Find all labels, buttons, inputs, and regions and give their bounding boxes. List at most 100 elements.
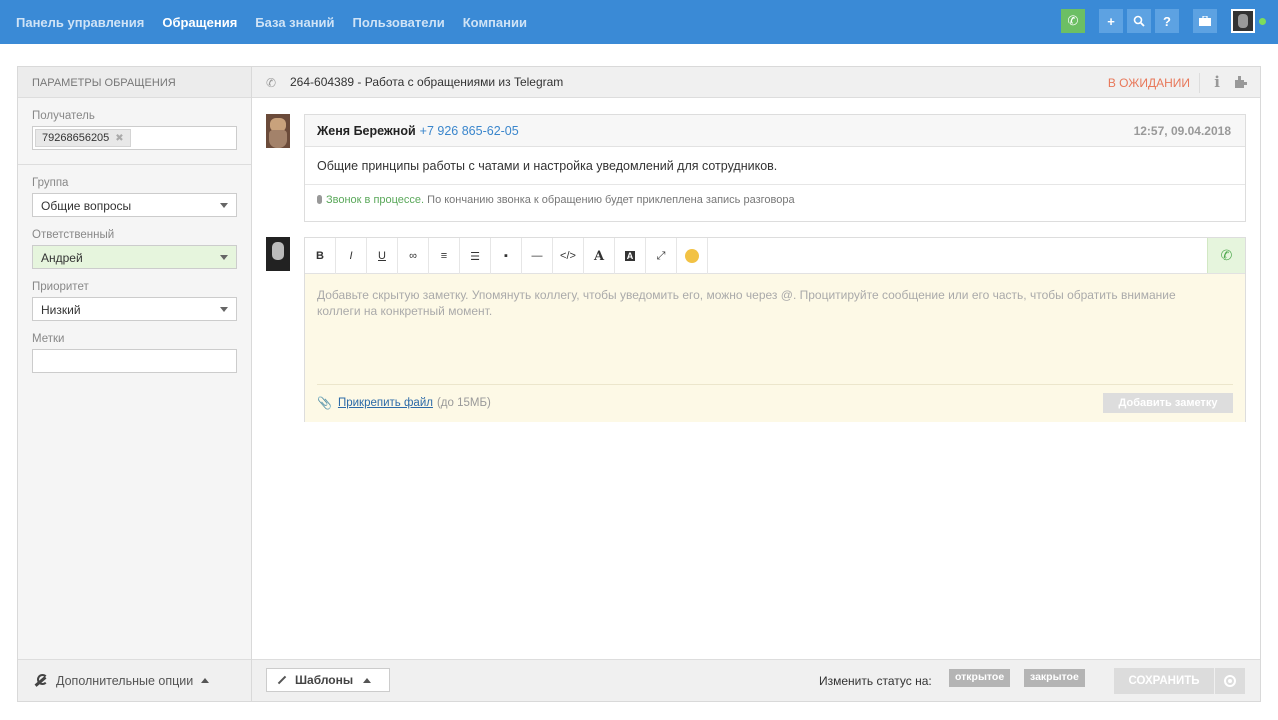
save-options-button[interactable]: [1215, 668, 1245, 694]
ticket-main-panel: ✆ 264-604389 - Работа с обращениями из T…: [252, 66, 1261, 702]
tags-input[interactable]: [32, 349, 237, 373]
assignee-label: Ответственный: [32, 229, 115, 241]
horizontal-rule-icon[interactable]: —: [522, 238, 553, 274]
search-glyph: [1133, 15, 1145, 27]
message-body: Общие принципы работы с чатами и настрой…: [305, 147, 1245, 185]
help-icon[interactable]: ?: [1155, 9, 1179, 33]
additional-options-button[interactable]: Дополнительные опции: [18, 659, 251, 701]
nav-companies[interactable]: Компании: [463, 15, 527, 30]
avatar: [266, 114, 290, 148]
briefcase-glyph: [1199, 16, 1211, 26]
call-status-note: Звонок в процессе. По кончанию звонка к …: [305, 185, 1245, 215]
paperclip-icon: 📎: [317, 395, 332, 410]
italic-button[interactable]: I: [336, 238, 367, 274]
online-dot: [1259, 17, 1266, 25]
ordered-list-icon[interactable]: ≡: [429, 238, 460, 274]
templates-button[interactable]: Шаблоны: [266, 668, 390, 692]
note-textarea[interactable]: Добавьте скрытую заметку. Упомянуть колл…: [305, 274, 1245, 422]
note-editor: B I U ∞ ≡ ☰ ▪ — </> A A ⤢ ✆ Добавьте скр…: [304, 237, 1246, 422]
chevron-down-icon: [220, 203, 228, 208]
status-badge: В ОЖИДАНИИ: [1107, 76, 1190, 90]
call-button[interactable]: ✆: [1207, 238, 1245, 273]
priority-select[interactable]: Низкий: [32, 297, 237, 321]
chevron-down-icon: [220, 307, 228, 312]
attach-file-link[interactable]: Прикрепить файл: [338, 397, 433, 409]
code-icon[interactable]: </>: [553, 238, 584, 274]
avatar-face: [1238, 14, 1248, 28]
ticket-parameters-panel: ПАРАМЕТРЫ ОБРАЩЕНИЯ Получатель 792686562…: [17, 66, 252, 702]
search-icon[interactable]: [1127, 9, 1151, 33]
briefcase-icon[interactable]: [1193, 9, 1217, 33]
recipient-label: Получатель: [32, 110, 95, 122]
wrench-icon: [32, 673, 48, 689]
recipient-input[interactable]: 79268656205 ✖: [32, 126, 237, 150]
priority-label: Приоритет: [32, 281, 89, 293]
chevron-down-icon: [220, 255, 228, 260]
message-card: Женя Бережной +7 926 865-62-05 12:57, 09…: [304, 114, 1246, 222]
nav-knowledge-base[interactable]: База знаний: [255, 15, 334, 30]
author-phone-link[interactable]: +7 926 865-62-05: [420, 124, 519, 138]
message-author: Женя Бережной: [317, 123, 416, 138]
message-time: 12:57, 09.04.2018: [1133, 124, 1231, 138]
text-color-icon[interactable]: A: [584, 238, 615, 274]
avatar-face: [272, 242, 284, 260]
assignee-value: Андрей: [41, 251, 83, 265]
puzzle-icon[interactable]: [1234, 75, 1248, 89]
phone-icon[interactable]: ✆: [1061, 9, 1085, 33]
panel-title: ПАРАМЕТРЫ ОБРАЩЕНИЯ: [18, 67, 251, 98]
divider: [18, 164, 251, 165]
top-navigation-bar: Панель управления Обращения База знаний …: [0, 0, 1278, 44]
avatar-beard: [269, 130, 287, 148]
nav-tickets[interactable]: Обращения: [162, 15, 237, 30]
emoji-glyph: [685, 249, 699, 263]
ticket-footer: Шаблоны Изменить статус на: открытое зак…: [252, 659, 1260, 701]
magic-wand-icon: [277, 675, 287, 685]
background-color-glyph: A: [624, 251, 636, 261]
nav-users[interactable]: Пользователи: [353, 15, 445, 30]
attach-size-note: (до 15МБ): [436, 396, 491, 409]
templates-label: Шаблоны: [295, 673, 354, 687]
call-note-text: По кончанию звонка к обращению будет при…: [424, 194, 795, 206]
ticket-title: 264-604389 - Работа с обращениями из Tel…: [290, 75, 564, 89]
status-closed-button[interactable]: закрытое: [1024, 669, 1085, 687]
image-icon[interactable]: ▪: [491, 238, 522, 274]
fullscreen-icon[interactable]: ⤢: [646, 238, 677, 274]
chevron-up-icon: [363, 677, 372, 683]
group-select[interactable]: Общие вопросы: [32, 193, 237, 217]
info-icon[interactable]: i: [1214, 73, 1220, 91]
status-open-button[interactable]: открытое: [949, 669, 1011, 687]
main-nav: Панель управления Обращения База знаний …: [0, 15, 545, 30]
plus-icon[interactable]: +: [1099, 9, 1123, 33]
call-status: Звонок в процессе.: [326, 194, 425, 206]
assignee-select[interactable]: Андрей: [32, 245, 237, 269]
background-color-icon[interactable]: A: [615, 238, 646, 274]
unordered-list-icon[interactable]: ☰: [460, 238, 491, 274]
note-placeholder: Добавьте скрытую заметку. Упомянуть колл…: [317, 288, 1176, 318]
nav-dashboard[interactable]: Панель управления: [16, 15, 144, 30]
message-header: Женя Бережной +7 926 865-62-05 12:57, 09…: [305, 115, 1245, 147]
phone-icon: ✆: [266, 76, 277, 90]
avatar[interactable]: [1231, 9, 1255, 33]
additional-options-label: Дополнительные опции: [56, 673, 194, 688]
add-note-button[interactable]: Добавить заметку: [1103, 393, 1233, 413]
recipient-tag-text: 79268656205: [42, 132, 110, 144]
remove-tag-icon[interactable]: ✖: [115, 133, 123, 144]
puzzle-glyph: [1235, 76, 1247, 88]
group-value: Общие вопросы: [41, 199, 132, 213]
save-button[interactable]: СОХРАНИТЬ: [1114, 668, 1214, 694]
group-label: Группа: [32, 177, 69, 189]
link-icon[interactable]: ∞: [398, 238, 429, 274]
recipient-tag: 79268656205 ✖: [35, 129, 131, 147]
bold-button[interactable]: B: [305, 238, 336, 274]
tags-label: Метки: [32, 333, 65, 345]
divider: [1199, 73, 1200, 93]
editor-footer: 📎 Прикрепить файл (до 15МБ) Добавить зам…: [317, 384, 1233, 420]
top-actions: ✆ + ?: [1057, 9, 1266, 33]
emoji-icon[interactable]: [677, 238, 708, 274]
change-status-label: Изменить статус на:: [819, 674, 932, 688]
microphone-icon: [317, 195, 322, 204]
target-icon: [1224, 675, 1236, 687]
ticket-header: ✆ 264-604389 - Работа с обращениями из T…: [252, 67, 1260, 98]
underline-button[interactable]: U: [367, 238, 398, 274]
chevron-up-icon: [201, 678, 210, 683]
